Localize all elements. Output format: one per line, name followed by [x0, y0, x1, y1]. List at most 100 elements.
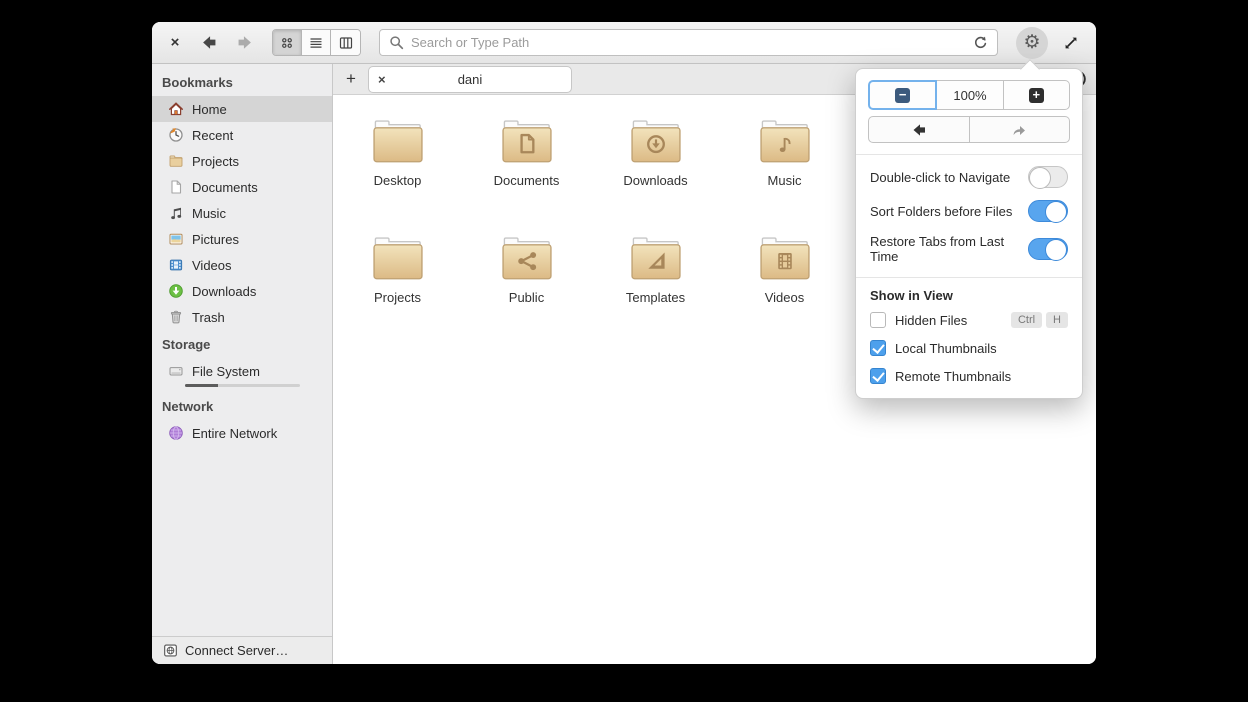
sidebar-item-trash[interactable]: Trash	[152, 304, 332, 330]
remote-thumbnails-checkbox[interactable]	[870, 368, 886, 384]
file-label: Music	[767, 173, 802, 188]
local-thumbnails-checkbox[interactable]	[870, 340, 886, 356]
restore-tabs-toggle[interactable]	[1028, 238, 1068, 261]
forward-button[interactable]	[232, 30, 258, 56]
sidebar-item-videos[interactable]: Videos	[152, 252, 332, 278]
remote-thumbnails-row: Remote Thumbnails	[856, 362, 1082, 390]
sidebar-item-recent[interactable]: Recent	[152, 122, 332, 148]
sidebar-item-documents[interactable]: Documents	[152, 174, 332, 200]
back-button[interactable]	[196, 30, 222, 56]
zoom-out-icon: −	[895, 87, 911, 103]
file-item-templates[interactable]: Templates	[591, 234, 720, 305]
file-item-desktop[interactable]: Desktop	[333, 117, 462, 188]
network-icon	[168, 425, 184, 441]
file-item-music[interactable]: Music	[720, 117, 849, 188]
show-in-view-header: Show in View	[870, 288, 953, 303]
downloads-icon	[168, 283, 184, 299]
tab-label: dani	[457, 71, 483, 87]
tab-close-button[interactable]: ×	[378, 72, 386, 87]
sidebar-item-projects[interactable]: Projects	[152, 148, 332, 174]
window-close-button[interactable]: ×	[164, 34, 186, 51]
connect-server-button[interactable]: Connect Server…	[152, 636, 332, 664]
sidebar-item-label: Projects	[192, 153, 239, 169]
sort-folders-row: Sort Folders before Files	[856, 194, 1082, 228]
column-view-icon	[339, 36, 352, 49]
disk-usage-bar	[185, 384, 300, 387]
list-view-icon	[310, 37, 322, 48]
sidebar-header-storage: Storage	[162, 337, 211, 352]
view-switcher	[272, 29, 361, 56]
grid-view-button[interactable]	[273, 30, 302, 55]
new-tab-button[interactable]: +	[338, 69, 364, 89]
kbd-ctrl: Ctrl	[1010, 312, 1043, 328]
switch-section: Double-click to Navigate Sort Folders be…	[856, 155, 1082, 277]
sidebar-item-entire-network[interactable]: Entire Network	[152, 420, 332, 446]
sidebar-item-music[interactable]: Music	[152, 200, 332, 226]
file-item-documents[interactable]: Documents	[462, 117, 591, 188]
folder-documents-icon	[498, 117, 556, 164]
sidebar-item-pictures[interactable]: Pictures	[152, 226, 332, 252]
folder-icon	[168, 153, 184, 169]
hidden-files-checkbox[interactable]	[870, 312, 886, 328]
popover-nav-control	[868, 116, 1070, 143]
connect-server-label: Connect Server…	[185, 643, 289, 658]
forward-arrow-icon	[238, 36, 251, 49]
popover-back-button[interactable]	[868, 116, 970, 143]
file-item-projects[interactable]: Projects	[333, 234, 462, 305]
sidebar-item-label: Entire Network	[192, 425, 278, 441]
sidebar-item-label: Recent	[192, 127, 234, 143]
column-view-button[interactable]	[331, 30, 360, 55]
folder-templates-icon	[627, 234, 685, 281]
file-label: Desktop	[373, 173, 422, 188]
switch-label: Sort Folders before Files	[870, 203, 1013, 219]
file-item-videos[interactable]: Videos	[720, 234, 849, 305]
refresh-icon[interactable]	[973, 35, 988, 51]
connect-server-icon	[163, 643, 178, 658]
file-item-downloads[interactable]: Downloads	[591, 117, 720, 188]
popover-forward-button[interactable]	[969, 116, 1070, 143]
forward-curved-arrow-icon	[1013, 125, 1026, 135]
sort-folders-toggle[interactable]	[1028, 200, 1068, 223]
local-thumbnails-row: Local Thumbnails	[856, 334, 1082, 362]
checkbox-label: Hidden Files	[895, 312, 968, 328]
sidebar: Bookmarks Home Recent Projects Documents…	[152, 64, 333, 664]
kbd-h: H	[1046, 312, 1068, 328]
screen: × Search or Type Path ⚙ Bookmarks Home R…	[0, 0, 1248, 702]
sidebar-item-file-system[interactable]: File System	[152, 358, 332, 384]
double-click-toggle[interactable]	[1028, 166, 1068, 189]
home-icon	[168, 101, 184, 117]
search-icon	[390, 36, 404, 50]
file-label: Templates	[625, 290, 686, 305]
videos-icon	[168, 257, 184, 273]
checkbox-label: Local Thumbnails	[895, 340, 997, 356]
sidebar-list: Bookmarks Home Recent Projects Documents…	[152, 64, 332, 636]
tab-dani[interactable]: × dani	[368, 65, 572, 93]
music-icon	[168, 205, 184, 221]
sidebar-item-downloads[interactable]: Downloads	[152, 278, 332, 304]
zoom-control: − 100% +	[868, 80, 1070, 110]
back-arrow-icon	[203, 36, 216, 49]
gear-icon: ⚙	[1023, 32, 1041, 53]
grid-view-icon	[282, 37, 292, 48]
file-label: Downloads	[623, 173, 688, 188]
folder-music-icon	[756, 117, 814, 164]
search-input[interactable]	[411, 35, 966, 50]
sidebar-item-label: Videos	[192, 257, 232, 273]
disk-usage-fill	[185, 384, 219, 387]
pictures-icon	[168, 231, 184, 247]
sidebar-item-label: Downloads	[192, 283, 257, 299]
sidebar-header-network: Network	[162, 399, 214, 414]
back-arrow-icon	[913, 123, 925, 136]
double-click-row: Double-click to Navigate	[856, 160, 1082, 194]
file-item-public[interactable]: Public	[462, 234, 591, 305]
recent-icon	[168, 127, 184, 143]
list-view-button[interactable]	[302, 30, 331, 55]
zoom-in-button[interactable]: +	[1003, 80, 1070, 110]
zoom-level[interactable]: 100%	[937, 80, 1004, 110]
sidebar-item-label: Pictures	[192, 231, 239, 247]
settings-button[interactable]: ⚙	[1016, 26, 1048, 59]
zoom-out-button[interactable]: −	[868, 80, 938, 110]
sidebar-header-bookmarks: Bookmarks	[162, 75, 233, 90]
sidebar-item-home[interactable]: Home	[152, 96, 332, 122]
fullscreen-button[interactable]	[1058, 30, 1084, 56]
